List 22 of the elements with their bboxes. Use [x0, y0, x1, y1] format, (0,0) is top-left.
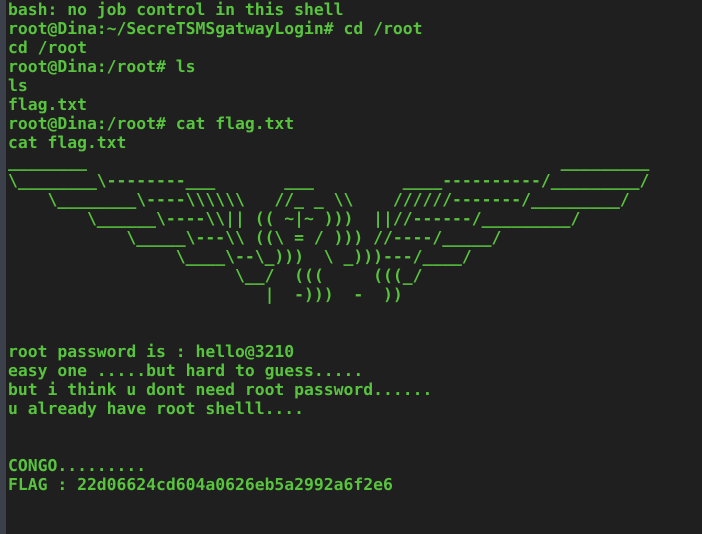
terminal-line: root password is : hello@3210	[8, 342, 294, 361]
terminal-line: ________ _________	[8, 152, 650, 171]
terminal-line: CONGO.........	[8, 456, 146, 475]
terminal-line: cd /root	[8, 38, 87, 57]
terminal-line: FLAG : 22d06624cd604a0626eb5a2992a6f2e6	[8, 475, 393, 494]
terminal-line: bash: no job control in this shell	[8, 0, 344, 19]
terminal-line: root@Dina:~/SecreTSMSgatwayLogin# cd /root	[8, 19, 422, 38]
terminal-line: \________\--------___ ___ ____----------/_________/	[8, 171, 650, 190]
terminal-line: easy one .....but hard to guess.....	[8, 361, 364, 380]
terminal-line: root@Dina:/root# cat flag.txt	[8, 114, 294, 133]
terminal-line: ls	[8, 76, 28, 95]
terminal-line: \__/ ((( (((_/	[234, 266, 422, 285]
terminal-line: \_____\---\\ ((\ = / ))) //----/_____/	[125, 228, 502, 247]
terminal-line: u already have root shelll....	[8, 399, 304, 418]
terminal-line: \________\----\\\\\\ //_ _ \\ //////-------/_________/	[46, 190, 630, 209]
terminal-line: root@Dina:/root# ls	[8, 57, 196, 76]
terminal-line: flag.txt	[8, 95, 87, 114]
terminal-line: \____\--\_))) \ _)))---/____/	[174, 247, 472, 266]
terminal-line: | -))) - ))	[264, 285, 403, 304]
terminal-line: but i think u dont need root password......	[8, 380, 432, 399]
terminal-line: cat flag.txt	[8, 133, 126, 152]
terminal-line: \______\----\\|| (( ~|~ ))) ||//------/_________/	[86, 209, 580, 228]
